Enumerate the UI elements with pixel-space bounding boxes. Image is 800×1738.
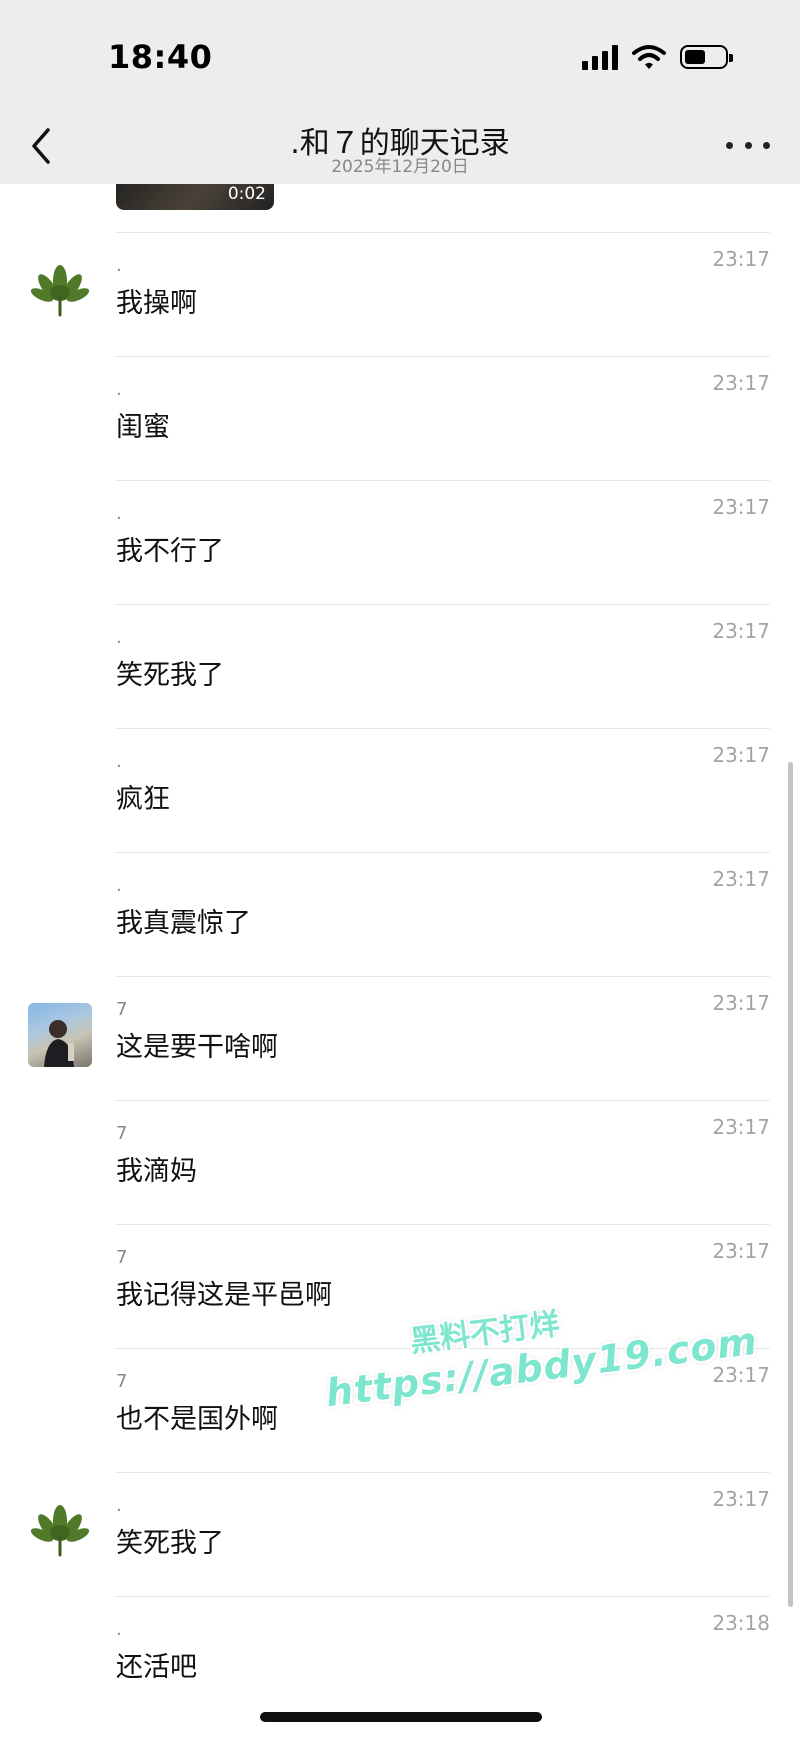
sender-name: .	[116, 503, 122, 524]
sender-name: 7	[116, 1247, 128, 1268]
chat-record-list[interactable]: 0:02 . 23:17 我操啊 . 23:17 闺蜜 . 23:17 我不行了…	[0, 184, 800, 1738]
video-duration: 0:02	[227, 184, 266, 204]
avatar[interactable]	[28, 1003, 92, 1067]
message-text: 也不是国外啊	[116, 1404, 278, 1435]
status-bar: 18:40	[0, 0, 800, 118]
message-text: 我操啊	[116, 288, 197, 319]
message-time: 23:17	[712, 1239, 770, 1263]
message-item[interactable]: . 23:17 闺蜜	[0, 357, 800, 481]
message-time: 23:17	[712, 247, 770, 271]
message-item[interactable]: . 23:17 笑死我了	[0, 1473, 800, 1597]
message-text: 这是要干啥啊	[116, 1032, 278, 1063]
battery-icon	[680, 45, 733, 69]
sender-name: .	[116, 255, 122, 276]
sender-name: .	[116, 1495, 122, 1516]
message-text: 笑死我了	[116, 660, 224, 691]
avatar[interactable]	[28, 259, 92, 323]
wifi-icon	[632, 45, 666, 69]
home-indicator[interactable]	[260, 1712, 542, 1722]
more-options-button[interactable]	[726, 130, 770, 160]
message-text: 我滴妈	[116, 1156, 197, 1187]
message-text: 疯狂	[116, 784, 170, 815]
message-text: 我真震惊了	[116, 908, 251, 939]
sender-name: .	[116, 627, 122, 648]
message-item[interactable]: . 23:17 笑死我了	[0, 605, 800, 729]
message-time: 23:17	[712, 619, 770, 643]
status-time: 18:40	[108, 38, 213, 76]
leaf-avatar-icon	[30, 1505, 90, 1557]
message-item[interactable]: 7 23:17 我记得这是平邑啊	[0, 1225, 800, 1349]
message-item[interactable]: 7 23:17 也不是国外啊	[0, 1349, 800, 1473]
avatar[interactable]	[28, 1499, 92, 1563]
message-time: 23:18	[712, 1611, 770, 1635]
status-icons	[582, 44, 733, 70]
message-time: 23:17	[712, 991, 770, 1015]
message-item[interactable]: . 23:17 我不行了	[0, 481, 800, 605]
message-text: 闺蜜	[116, 412, 170, 443]
sender-name: .	[116, 875, 122, 896]
message-time: 23:17	[712, 495, 770, 519]
message-time: 23:17	[712, 371, 770, 395]
video-message-thumbnail[interactable]: 0:02	[116, 184, 274, 210]
dot-icon	[726, 141, 733, 149]
message-item[interactable]: . 23:17 疯狂	[0, 729, 800, 853]
message-time: 23:17	[712, 743, 770, 767]
message-item[interactable]: . 23:17 我真震惊了	[0, 853, 800, 977]
nav-bar: .和７的聊天记录 2025年12月20日	[0, 118, 800, 184]
dot-icon	[763, 141, 770, 149]
sender-name: .	[116, 1619, 122, 1640]
message-time: 23:17	[712, 1115, 770, 1139]
sender-name: 7	[116, 1123, 128, 1144]
message-item[interactable]: 7 23:17 这是要干啥啊	[0, 977, 800, 1101]
page-subtitle: 2025年12月20日	[331, 157, 469, 177]
scrollbar[interactable]	[788, 762, 793, 1607]
cellular-signal-icon	[582, 44, 618, 70]
message-time: 23:17	[712, 867, 770, 891]
message-item[interactable]: 7 23:17 我滴妈	[0, 1101, 800, 1225]
message-text: 还活吧	[116, 1652, 197, 1683]
dot-icon	[744, 141, 752, 149]
sender-name: 7	[116, 1371, 128, 1392]
sender-name: 7	[116, 999, 128, 1020]
message-item[interactable]: . 23:17 我操啊	[0, 233, 800, 357]
person-photo-avatar	[44, 1020, 74, 1067]
message-time: 23:17	[712, 1363, 770, 1387]
sender-name: .	[116, 379, 122, 400]
sender-name: .	[116, 751, 122, 772]
leaf-avatar-icon	[30, 265, 90, 317]
message-time: 23:17	[712, 1487, 770, 1511]
message-text: 笑死我了	[116, 1528, 224, 1559]
message-text: 我不行了	[116, 536, 224, 567]
message-text: 我记得这是平邑啊	[116, 1280, 332, 1311]
message-item[interactable]: . 23:18 还活吧	[0, 1597, 800, 1721]
